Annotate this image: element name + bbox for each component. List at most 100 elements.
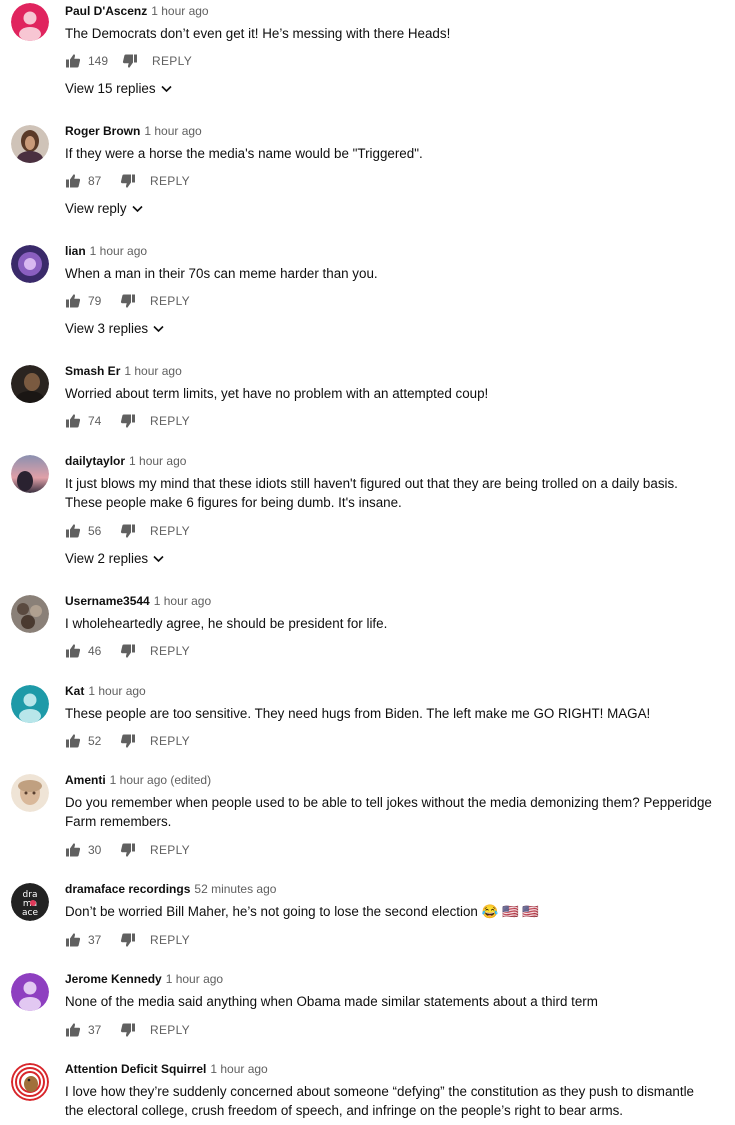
comment-author[interactable]: Amenti	[65, 773, 106, 787]
comment-time[interactable]: 52 minutes ago	[194, 882, 276, 896]
avatar[interactable]	[11, 973, 49, 1011]
chevron-down-icon	[161, 85, 172, 93]
comment-header: lian 1 hour ago	[65, 243, 147, 259]
avatar[interactable]	[11, 365, 49, 403]
comment-text: It just blows my mind that these idiots …	[65, 476, 678, 510]
thumbs-down-icon[interactable]	[120, 932, 136, 948]
chevron-down-icon	[153, 325, 164, 333]
comment-actions: 30 REPLY	[65, 841, 190, 859]
thumbs-down-icon[interactable]	[120, 293, 136, 309]
comment-time[interactable]: 1 hour ago	[151, 4, 208, 18]
avatar[interactable]	[11, 245, 49, 283]
like-count: 79	[88, 294, 102, 308]
comment-author[interactable]: Paul D'Ascenz	[65, 4, 147, 18]
comment-time[interactable]: 1 hour ago	[88, 684, 145, 698]
comment-time[interactable]: 1 hour ago	[154, 594, 211, 608]
thumbs-up-icon[interactable]	[65, 643, 81, 659]
thumbs-down-icon[interactable]	[120, 173, 136, 189]
thumbs-down-icon[interactable]	[122, 53, 138, 69]
comment-text: Don’t be worried Bill Maher, he’s not go…	[65, 904, 540, 919]
comment-text: Worried about term limits, yet have no p…	[65, 386, 489, 401]
comment-time[interactable]: 1 hour ago	[210, 1062, 267, 1076]
avatar[interactable]: dra ma ace	[11, 883, 49, 921]
view-replies-label: View 3 replies	[65, 321, 149, 336]
comment-header: dailytaylor 1 hour ago	[65, 453, 186, 469]
thumbs-up-icon[interactable]	[65, 1022, 81, 1038]
thumbs-down-icon[interactable]	[120, 643, 136, 659]
comment-author[interactable]: Kat	[65, 684, 84, 698]
comment-author[interactable]: dramaface recordings	[65, 882, 190, 896]
reply-button[interactable]: REPLY	[150, 294, 190, 308]
view-replies-button[interactable]: View 2 replies	[65, 550, 164, 568]
thumbs-down-icon[interactable]	[120, 413, 136, 429]
view-replies-button[interactable]: View 3 replies	[65, 320, 164, 338]
like-count: 149	[88, 54, 109, 68]
reply-button[interactable]: REPLY	[150, 174, 190, 188]
thumbs-up-icon[interactable]	[65, 173, 81, 189]
thumbs-up-icon[interactable]	[65, 842, 81, 858]
reply-button[interactable]: REPLY	[152, 54, 192, 68]
reply-button[interactable]: REPLY	[150, 734, 190, 748]
comment-author[interactable]: dailytaylor	[65, 454, 125, 468]
comment-actions: 56 REPLY	[65, 522, 190, 540]
reply-button[interactable]: REPLY	[150, 524, 190, 538]
comment-author[interactable]: lian	[65, 244, 86, 258]
like-count: 30	[88, 843, 102, 857]
comment-time[interactable]: 1 hour ago (edited)	[110, 773, 211, 787]
like-count: 74	[88, 414, 102, 428]
comment-header: Roger Brown 1 hour ago	[65, 123, 202, 139]
comment-author[interactable]: Username3544	[65, 594, 150, 608]
thumbs-up-icon[interactable]	[65, 53, 81, 69]
like-count: 52	[88, 734, 102, 748]
comment-header: dramaface recordings 52 minutes ago	[65, 881, 276, 897]
thumbs-up-icon[interactable]	[65, 413, 81, 429]
avatar[interactable]	[11, 455, 49, 493]
comment-actions: 52 REPLY	[65, 732, 190, 750]
comment-author[interactable]: Attention Deficit Squirrel	[65, 1062, 206, 1076]
comment-header: Attention Deficit Squirrel 1 hour ago	[65, 1061, 268, 1077]
avatar[interactable]	[11, 125, 49, 163]
avatar[interactable]	[11, 1063, 49, 1101]
comment-time[interactable]: 1 hour ago	[144, 124, 201, 138]
comment-header: Paul D'Ascenz 1 hour ago	[65, 3, 209, 19]
thumbs-up-icon[interactable]	[65, 733, 81, 749]
comment-header: Kat 1 hour ago	[65, 683, 146, 699]
avatar[interactable]	[11, 3, 49, 41]
like-count: 46	[88, 644, 102, 658]
comment-actions: 79 REPLY	[65, 292, 190, 310]
thumbs-down-icon[interactable]	[120, 733, 136, 749]
like-count: 37	[88, 933, 102, 947]
comment-author[interactable]: Jerome Kennedy	[65, 972, 162, 986]
comment-time[interactable]: 1 hour ago	[166, 972, 223, 986]
comment-header: Username3544 1 hour ago	[65, 593, 211, 609]
comment-text: Do you remember when people used to be a…	[65, 795, 712, 829]
comment-actions: 37 REPLY	[65, 1021, 190, 1039]
reply-button[interactable]: REPLY	[150, 843, 190, 857]
avatar[interactable]	[11, 595, 49, 633]
reply-button[interactable]: REPLY	[150, 1023, 190, 1037]
comment-author[interactable]: Roger Brown	[65, 124, 140, 138]
view-replies-label: View 15 replies	[65, 81, 156, 96]
avatar[interactable]	[11, 685, 49, 723]
comment-time[interactable]: 1 hour ago	[129, 454, 186, 468]
comment-text: I love how they’re suddenly concerned ab…	[65, 1084, 694, 1118]
chevron-down-icon	[131, 205, 143, 213]
comment-actions: 87 REPLY	[65, 172, 190, 190]
thumbs-up-icon[interactable]	[65, 293, 81, 309]
thumbs-down-icon[interactable]	[120, 1022, 136, 1038]
thumbs-down-icon[interactable]	[120, 842, 136, 858]
comment-time[interactable]: 1 hour ago	[90, 244, 147, 258]
comment-text: I wholeheartedly agree, he should be pre…	[65, 616, 388, 631]
comment-author[interactable]: Smash Er	[65, 364, 120, 378]
view-replies-button[interactable]: View reply	[65, 200, 143, 218]
chevron-down-icon	[153, 555, 164, 563]
thumbs-up-icon[interactable]	[65, 932, 81, 948]
avatar[interactable]	[11, 774, 49, 812]
comment-time[interactable]: 1 hour ago	[124, 364, 181, 378]
reply-button[interactable]: REPLY	[150, 644, 190, 658]
reply-button[interactable]: REPLY	[150, 933, 190, 947]
thumbs-down-icon[interactable]	[120, 523, 136, 539]
thumbs-up-icon[interactable]	[65, 523, 81, 539]
view-replies-button[interactable]: View 15 replies	[65, 80, 172, 98]
reply-button[interactable]: REPLY	[150, 414, 190, 428]
